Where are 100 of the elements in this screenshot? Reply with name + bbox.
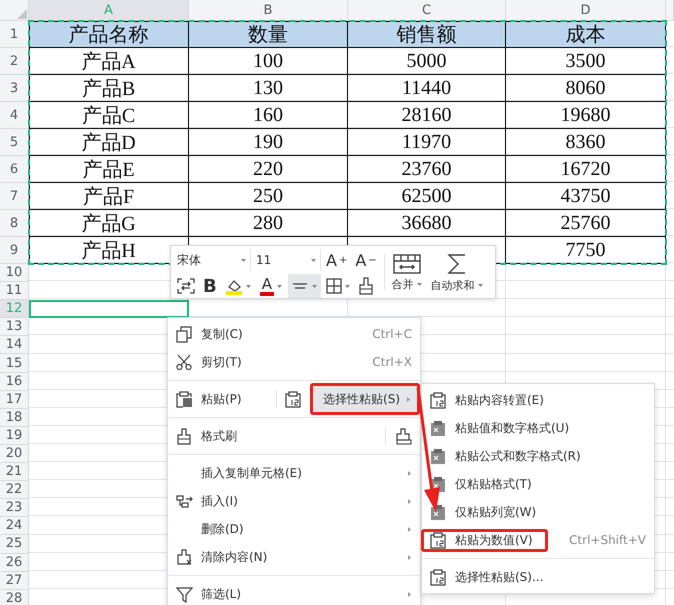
clipboard-icon	[430, 420, 447, 436]
clipboard-icon	[176, 390, 193, 408]
table-cell: 100	[189, 48, 348, 75]
menu-item[interactable]: 粘贴(P)	[168, 385, 276, 413]
shrink-font-button[interactable]: A$^{−}$	[352, 248, 380, 272]
scissors-icon	[176, 354, 193, 370]
frame-arrows-icon	[177, 278, 195, 294]
row-header[interactable]: 14	[0, 336, 29, 354]
row-header[interactable]: 19	[0, 426, 29, 445]
caret-icon	[311, 284, 318, 288]
clipboard-icon	[430, 568, 447, 586]
table-cell: 25760	[506, 210, 666, 237]
row-header[interactable]: 10	[0, 264, 29, 282]
menu-item[interactable]: 粘贴公式和数字格式(R)	[455, 448, 581, 464]
menu-item[interactable]: 插入(I)	[168, 487, 420, 515]
table-cell: 3500	[506, 48, 666, 75]
table-cell: 5000	[348, 48, 506, 75]
font-size-dropdown[interactable]: 11	[253, 249, 321, 271]
merge-icon	[392, 252, 422, 274]
row-header[interactable]: 3	[0, 75, 29, 102]
table-cell: 8360	[506, 129, 666, 156]
row-header[interactable]: 24	[0, 517, 29, 536]
table-cell: 23760	[348, 156, 506, 183]
caret-icon	[244, 284, 252, 288]
merge-button[interactable]: 合并	[388, 250, 426, 294]
table-cell: 产品F	[29, 183, 189, 210]
menu-item[interactable]: 仅粘贴列宽(W)	[455, 504, 536, 520]
submenu-arrow-icon	[406, 396, 411, 402]
menu-item[interactable]: 复制(C) Ctrl+C	[168, 320, 420, 348]
menu-item[interactable]: 格式刷	[168, 422, 385, 450]
clipboard-icon	[285, 390, 302, 408]
table-cell: 43750	[506, 183, 666, 210]
clipboard-icon	[430, 448, 447, 464]
brush-icon	[359, 277, 373, 295]
bold-button[interactable]: B	[200, 274, 220, 298]
table-cell: 28160	[348, 102, 506, 129]
header-cell: 产品名称	[29, 21, 189, 48]
menu-item[interactable]: 选择性粘贴(S)	[310, 383, 420, 415]
caret-icon	[276, 284, 283, 288]
table-cell: 220	[189, 156, 348, 183]
menu-item[interactable]: 筛选(L)	[168, 580, 420, 605]
caret-icon	[240, 258, 247, 262]
row-header[interactable]: 17	[0, 390, 29, 409]
row-header[interactable]: 7	[0, 183, 29, 210]
row-header[interactable]: 23	[0, 499, 29, 518]
menu-item[interactable]: 仅粘贴格式(T)	[455, 476, 532, 492]
font-color-button[interactable]: A	[256, 274, 286, 298]
clipboard-icon	[430, 392, 447, 408]
table-cell: 160	[189, 102, 348, 129]
row-header[interactable]: 6	[0, 156, 29, 183]
column-header[interactable]: C	[348, 0, 506, 21]
row-header[interactable]: 15	[0, 354, 29, 373]
row-header[interactable]: 2	[0, 48, 29, 75]
menu-item[interactable]: 插入复制单元格(E)	[168, 459, 420, 487]
menu-item[interactable]: 粘贴为数值(V)	[455, 532, 533, 548]
row-header[interactable]: 21	[0, 463, 29, 482]
table-cell: 8060	[506, 75, 666, 102]
row-header[interactable]: 5	[0, 129, 29, 156]
brush-icon	[394, 428, 414, 444]
row-header[interactable]: 25	[0, 535, 29, 554]
row-header[interactable]: 8	[0, 210, 29, 237]
row-header[interactable]: 1	[0, 21, 29, 48]
font-dropdown[interactable]: 宋体	[174, 249, 251, 271]
caret-icon	[310, 258, 317, 262]
menu-item[interactable]: 选择性粘贴(S)...	[455, 568, 544, 586]
table-cell: 11970	[348, 129, 506, 156]
row-header[interactable]: 20	[0, 444, 29, 464]
insert-icon	[176, 492, 193, 510]
table-cell: 280	[189, 210, 348, 237]
table-cell: 产品B	[29, 75, 189, 102]
row-header[interactable]: 9	[0, 237, 29, 264]
menu-item[interactable]: 粘贴值和数字格式(U)	[455, 420, 570, 436]
row-header[interactable]: 26	[0, 554, 29, 572]
align-button[interactable]	[288, 274, 321, 298]
column-header[interactable]: D	[506, 0, 666, 21]
row-header[interactable]: 18	[0, 408, 29, 427]
grow-font-button[interactable]: A$^{+}$	[323, 248, 350, 272]
caret-icon	[344, 284, 351, 288]
menu-item[interactable]: 清除内容(N)	[168, 543, 420, 571]
row-header[interactable]: 16	[0, 372, 29, 391]
table-cell: 62500	[348, 183, 506, 210]
active-cell[interactable]	[29, 300, 189, 318]
row-header[interactable]: 27	[0, 572, 29, 590]
row-header[interactable]: 13	[0, 318, 29, 336]
column-header[interactable]: B	[189, 0, 348, 21]
row-header[interactable]: 22	[0, 481, 29, 500]
row-header[interactable]: 28	[0, 590, 29, 605]
menu-item[interactable]: 粘贴内容转置(E)	[455, 392, 544, 408]
table-cell: 产品C	[29, 102, 189, 129]
menu-item[interactable]: 剪切(T) Ctrl+X	[168, 348, 420, 376]
table-cell: 16720	[506, 156, 666, 183]
menu-item[interactable]: 删除(D)	[168, 515, 420, 543]
row-header[interactable]: 4	[0, 102, 29, 129]
autosum-button[interactable]: 自动求和	[428, 250, 487, 294]
shortcut-label: Ctrl+Shift+V	[569, 533, 646, 547]
table-cell: 产品D	[29, 129, 189, 156]
row-header[interactable]: 11	[0, 282, 29, 300]
header-cell: 数量	[189, 21, 348, 48]
clipboard-icon	[430, 504, 447, 520]
clipboard-icon	[430, 532, 447, 548]
